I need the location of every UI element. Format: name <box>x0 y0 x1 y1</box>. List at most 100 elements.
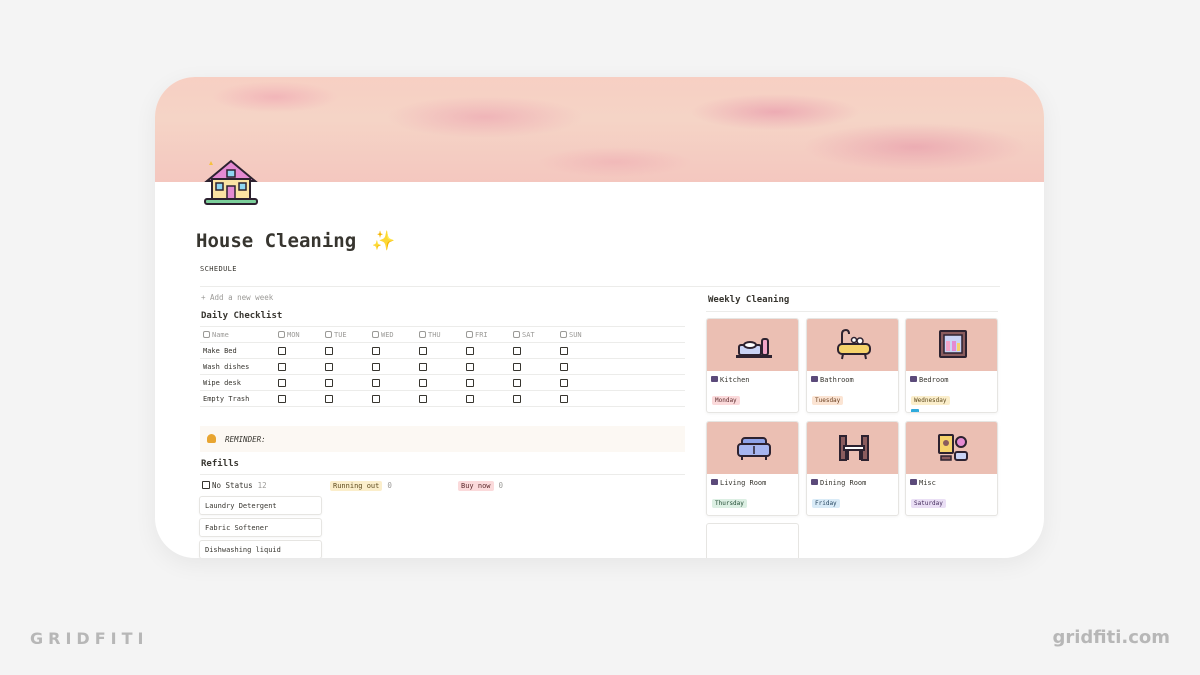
bell-icon <box>207 434 216 443</box>
row-name[interactable]: Empty Trash <box>200 390 275 407</box>
room-card-kitchen[interactable]: Kitchen Monday <box>706 318 799 413</box>
refills-heading: Refills <box>201 459 239 469</box>
checkbox[interactable] <box>325 346 333 355</box>
room-card-cover <box>707 422 798 474</box>
row-name[interactable]: Make Bed <box>200 342 275 359</box>
checkbox[interactable] <box>278 394 286 403</box>
checkbox[interactable] <box>372 362 380 371</box>
done-checkbox[interactable] <box>911 409 919 412</box>
brand-url: gridfiti.com <box>1052 627 1170 648</box>
checkbox[interactable] <box>278 362 286 371</box>
checkbox-column-icon <box>560 330 567 338</box>
checkbox[interactable] <box>325 394 333 403</box>
page-title[interactable]: House Cleaning ✨ <box>196 229 395 252</box>
column-header-sun[interactable]: SUN <box>557 326 685 343</box>
checkbox[interactable] <box>419 362 427 371</box>
checkbox[interactable] <box>372 378 380 387</box>
status-badge: Running out <box>330 481 383 491</box>
page-title-text: House Cleaning <box>196 230 357 252</box>
bathtub-icon <box>837 329 871 360</box>
checkbox[interactable] <box>466 346 474 355</box>
refill-card[interactable]: Dishwashing liquid <box>199 540 322 558</box>
checkbox[interactable] <box>560 362 568 371</box>
checkbox[interactable] <box>325 378 333 387</box>
group-count: 12 <box>257 481 267 490</box>
checkbox[interactable] <box>278 346 286 355</box>
dining-table-icon <box>839 435 869 461</box>
column-header-fri[interactable]: FRI <box>463 326 510 343</box>
room-card-dining-room[interactable]: Dining Room Friday <box>806 421 899 516</box>
checkbox[interactable] <box>466 378 474 387</box>
group-count: 0 <box>387 481 392 490</box>
column-header-name[interactable]: Name <box>200 326 275 343</box>
checkbox[interactable] <box>466 362 474 371</box>
room-card-cover <box>906 422 997 474</box>
checkbox[interactable] <box>513 362 521 371</box>
checkbox[interactable] <box>419 394 427 403</box>
brand-wordmark: GRIDFITI <box>30 629 149 648</box>
checkbox[interactable] <box>419 378 427 387</box>
checkbox[interactable] <box>325 362 333 371</box>
checkbox[interactable] <box>372 394 380 403</box>
checkbox-column-icon <box>278 330 285 338</box>
daily-checklist-heading: Daily Checklist <box>201 311 283 321</box>
checkbox[interactable] <box>513 378 521 387</box>
room-card-cover <box>906 319 997 371</box>
checkbox[interactable] <box>513 346 521 355</box>
room-card-bathroom[interactable]: Bathroom Tuesday <box>806 318 899 413</box>
sofa-icon <box>737 437 771 460</box>
room-name: Misc <box>919 479 936 487</box>
room-icon <box>711 479 718 485</box>
day-badge: Wednesday <box>911 396 950 405</box>
reminder-label: REMINDER: <box>225 435 266 444</box>
day-badge: Tuesday <box>812 396 844 405</box>
group-count: 0 <box>498 481 504 490</box>
room-name: Bedroom <box>919 376 949 384</box>
checkbox-column-icon <box>372 330 379 338</box>
reminder-callout[interactable]: REMINDER: <box>200 426 685 452</box>
day-badge: Thursday <box>712 499 747 508</box>
checkbox[interactable] <box>278 378 286 387</box>
divider <box>706 311 998 312</box>
row-name[interactable]: Wash dishes <box>200 358 275 375</box>
status-badge: Buy now <box>458 481 494 491</box>
inbox-icon <box>202 481 210 489</box>
checkbox[interactable] <box>372 346 380 355</box>
table-header-row: Name MON TUE WED THU FRI SAT SUN <box>200 326 685 343</box>
column-header-thu[interactable]: THU <box>416 326 463 343</box>
group-buy-now[interactable]: Buy now 0 <box>458 481 503 491</box>
checkbox[interactable] <box>513 394 521 403</box>
checkbox[interactable] <box>560 346 568 355</box>
refill-card[interactable]: Laundry Detergent <box>199 496 322 515</box>
weekly-cleaning-heading: Weekly Cleaning <box>708 295 790 305</box>
room-card-cover <box>707 319 798 371</box>
room-card-misc[interactable]: Misc Saturday <box>905 421 998 516</box>
checkbox-column-icon <box>513 330 520 338</box>
checkbox[interactable] <box>419 346 427 355</box>
notion-page: House Cleaning ✨ SCHEDULE + Add a new we… <box>155 77 1044 558</box>
refill-card[interactable]: Fabric Softener <box>199 518 322 537</box>
room-card-living-room[interactable]: Living Room Thursday <box>706 421 799 516</box>
checkbox[interactable] <box>560 378 568 387</box>
room-icon <box>711 376 718 382</box>
table-row: Wipe desk <box>200 374 685 391</box>
daily-checklist-table: Name MON TUE WED THU FRI SAT SUN Make Be… <box>200 326 685 407</box>
row-name[interactable]: Wipe desk <box>200 374 275 391</box>
new-room-card[interactable] <box>706 523 799 558</box>
cover-image[interactable] <box>155 77 1044 182</box>
column-header-wed[interactable]: WED <box>369 326 416 343</box>
day-badge: Monday <box>712 396 740 405</box>
checkbox[interactable] <box>466 394 474 403</box>
column-header-sat[interactable]: SAT <box>510 326 557 343</box>
room-icon <box>910 376 917 382</box>
house-icon[interactable] <box>201 153 261 209</box>
checkbox[interactable] <box>560 394 568 403</box>
column-header-tue[interactable]: TUE <box>322 326 369 343</box>
column-header-mon[interactable]: MON <box>275 326 322 343</box>
room-card-bedroom[interactable]: Bedroom Wednesday <box>905 318 998 413</box>
add-week-link[interactable]: + Add a new week <box>201 293 273 302</box>
group-running-out[interactable]: Running out 0 <box>330 481 392 491</box>
group-no-status[interactable]: No Status 12 <box>202 481 267 490</box>
room-name: Kitchen <box>720 376 750 384</box>
checkbox-column-icon <box>419 330 426 338</box>
